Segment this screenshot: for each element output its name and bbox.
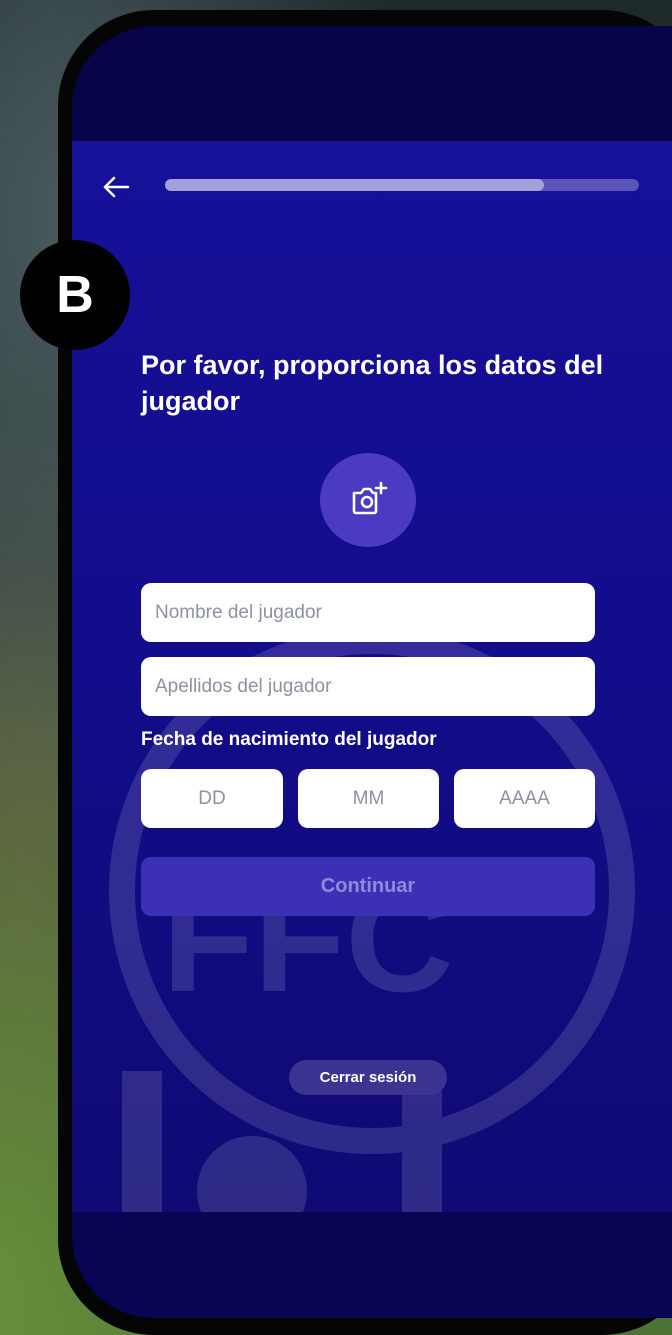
add-photo-button[interactable] — [320, 453, 416, 547]
player-form-screen: FFC Por favor, proporciona los datos del… — [72, 141, 672, 1212]
player-last-name-input[interactable] — [141, 657, 595, 716]
progress-bar — [165, 179, 639, 191]
birth-day-input[interactable] — [141, 769, 283, 828]
club-crest-watermark: FFC — [109, 641, 635, 1212]
step-badge: B — [20, 240, 130, 350]
player-first-name-input[interactable] — [141, 583, 595, 642]
arrow-left-icon[interactable] — [100, 171, 132, 203]
continue-button[interactable]: Continuar — [141, 857, 595, 916]
camera-add-icon — [352, 481, 388, 515]
status-bar — [72, 26, 672, 141]
bottom-bar — [72, 1212, 672, 1318]
birthdate-label: Fecha de nacimiento del jugador — [141, 729, 437, 750]
birth-month-input[interactable] — [298, 769, 439, 828]
logout-button[interactable]: Cerrar sesión — [289, 1060, 447, 1095]
birth-year-input[interactable] — [454, 769, 595, 828]
app-screen: FFC Por favor, proporciona los datos del… — [72, 26, 672, 1318]
page-title: Por favor, proporciona los datos del jug… — [141, 350, 604, 416]
progress-bar-fill — [165, 179, 545, 191]
